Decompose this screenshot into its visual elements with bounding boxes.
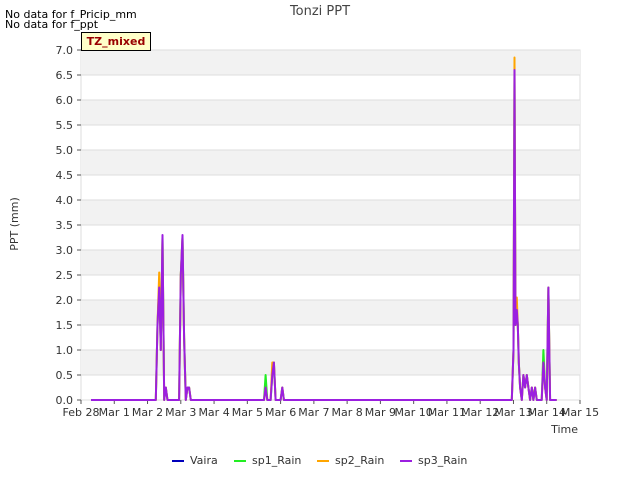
legend-swatch bbox=[317, 460, 329, 462]
y-tick-label: 6.5 bbox=[56, 69, 74, 82]
legend-label: sp3_Rain bbox=[418, 454, 468, 467]
x-tick-label: Mar 8 bbox=[332, 406, 363, 419]
x-axis: Feb 28 Mar 1 Mar 2 Mar 3 Mar 4 Mar 5 Mar 6 Mar … bbox=[63, 400, 599, 419]
y-tick-label: 0.0 bbox=[56, 394, 74, 407]
x-tick-label: Mar 5 bbox=[232, 406, 263, 419]
x-tick-label: Mar 7 bbox=[298, 406, 329, 419]
x-tick-label: Mar 9 bbox=[365, 406, 396, 419]
y-tick-label: 2.0 bbox=[56, 294, 74, 307]
y-tick-label: 6.0 bbox=[56, 94, 74, 107]
chart-plot: Feb 28 Mar 1 Mar 2 Mar 3 Mar 4 Mar 5 Mar 6 Mar … bbox=[8, 44, 599, 436]
y-tick-label: 3.5 bbox=[56, 219, 74, 232]
grid-bands bbox=[80, 49, 581, 401]
tz-mixed-badge: TZ_mixed bbox=[81, 32, 151, 51]
y-tick-label: 7.0 bbox=[56, 44, 74, 57]
x-axis-label: Time bbox=[550, 423, 578, 436]
y-tick-label: 5.5 bbox=[56, 119, 74, 132]
legend-label: sp2_Rain bbox=[335, 454, 385, 467]
legend-item-sp2-rain: sp2_Rain bbox=[317, 454, 384, 467]
grid-band bbox=[81, 150, 580, 175]
y-tick-label: 2.5 bbox=[56, 269, 74, 282]
y-tick-label: 1.5 bbox=[56, 319, 74, 332]
x-tick-label: Mar 4 bbox=[198, 406, 229, 419]
y-axis: 0.0 0.5 1.0 1.5 2.0 2.5 3.0 3.5 4.0 4.5 5.0 5.5 6.0 6… bbox=[56, 44, 81, 407]
grid-band bbox=[81, 100, 580, 125]
y-tick-label: 3.0 bbox=[56, 244, 74, 257]
legend: Vaira sp1_Rain sp2_Rain sp3_Rain bbox=[0, 454, 640, 470]
y-axis-label: PPT (mm) bbox=[8, 197, 21, 251]
x-tick-label: Mar 15 bbox=[561, 406, 599, 419]
y-tick-label: 4.5 bbox=[56, 169, 74, 182]
x-tick-label: Mar 1 bbox=[99, 406, 130, 419]
grid-band bbox=[81, 300, 580, 325]
grid-band bbox=[81, 50, 580, 75]
y-tick-label: 5.0 bbox=[56, 144, 74, 157]
legend-swatch bbox=[172, 460, 184, 462]
y-tick-label: 0.5 bbox=[56, 369, 74, 382]
y-tick-label: 1.0 bbox=[56, 344, 74, 357]
x-tick-label: Feb 28 bbox=[63, 406, 100, 419]
legend-swatch bbox=[400, 460, 412, 462]
legend-swatch bbox=[234, 460, 246, 462]
x-tick-label: Mar 6 bbox=[265, 406, 296, 419]
legend-label: sp1_Rain bbox=[252, 454, 302, 467]
legend-item-sp1-rain: sp1_Rain bbox=[234, 454, 301, 467]
y-tick-label: 4.0 bbox=[56, 194, 74, 207]
x-tick-label: Mar 3 bbox=[165, 406, 196, 419]
x-tick-label: Mar 2 bbox=[132, 406, 163, 419]
legend-label: Vaira bbox=[190, 454, 218, 467]
grid-band bbox=[81, 200, 580, 225]
legend-item-sp3-rain: sp3_Rain bbox=[400, 454, 467, 467]
legend-item-vaira: Vaira bbox=[172, 454, 218, 467]
grid-band bbox=[81, 250, 580, 275]
